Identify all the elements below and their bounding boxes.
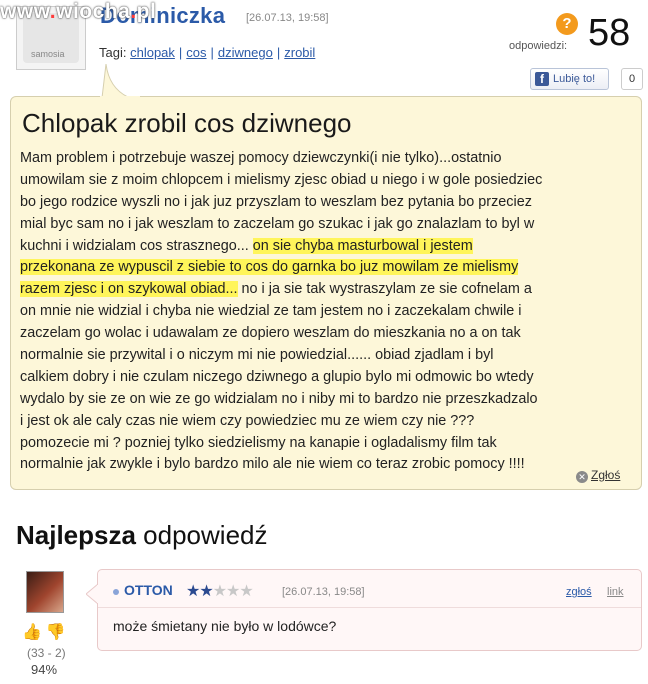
question-line: razem zjesc i on szykowal obiad... no i … — [20, 279, 640, 301]
tag-link[interactable]: cos — [186, 45, 206, 60]
body-text: on mnie nie widzial i chyba nie wiedzial… — [20, 303, 522, 320]
answer-divider — [98, 607, 641, 608]
like-count: 0 — [621, 68, 643, 90]
question-line: pomozecie mi ? pozniej tylko siedzielism… — [20, 433, 640, 455]
body-text: mial byc sam no i jak weszlam to zaczela… — [20, 215, 535, 232]
question-line: zaczelam go wolac i udawalam ze dopiero … — [20, 323, 640, 345]
star-filled-icon: ★ — [199, 583, 213, 600]
highlighted-text: razem zjesc i on szykowal obiad... — [20, 281, 238, 298]
star-filled-icon: ★ — [186, 583, 200, 600]
star-empty-icon: ★ — [212, 583, 227, 600]
watermark: www.wiocha.pl — [0, 0, 157, 23]
tag-link[interactable]: dziwnego — [218, 45, 273, 60]
body-text: pomozecie mi ? pozniej tylko siedzielism… — [20, 434, 497, 451]
question-line: bo jego rodzice wyszli no i jak juz przy… — [20, 192, 640, 214]
body-text: normalnie sie przywital i o niczym mi ni… — [20, 347, 494, 364]
question-line: Mam problem i potrzebuje waszej pomocy d… — [20, 148, 640, 170]
thumbs-up-icon[interactable]: 👍 — [22, 624, 42, 641]
question-body: Mam problem i potrzebuje waszej pomocy d… — [20, 148, 640, 476]
answer-date: [26.07.13, 19:58] — [282, 586, 365, 598]
thumbs-down-icon[interactable]: 👎 — [46, 624, 66, 641]
facebook-icon: f — [535, 72, 549, 86]
rating-stars: ★★★★★ — [186, 581, 254, 601]
post-date: [26.07.13, 19:58] — [246, 12, 329, 24]
question-line: i jest ok ale caly czas nie wiem czy pow… — [20, 411, 640, 433]
bubble-tail-cover — [100, 96, 140, 100]
vote-percent: 94% — [31, 662, 58, 677]
body-text: calkiem dobry i nie czulam niczego dziwn… — [20, 368, 534, 385]
body-text: bo jego rodzice wyszli no i jak juz przy… — [20, 193, 532, 210]
question-line: przekonana ze wypuscil z siebie to cos d… — [20, 257, 640, 279]
answer-permalink[interactable]: link — [607, 586, 624, 598]
online-dot-icon — [113, 589, 119, 595]
body-text: kuchni i widzialam cos strasznego... — [20, 237, 253, 254]
highlighted-text: przekonana ze wypuscil z siebie to cos d… — [20, 259, 519, 276]
question-line: normalnie sie przywital i o niczym mi ni… — [20, 345, 640, 367]
answer-report-link[interactable]: zgłoś — [566, 586, 592, 598]
question-line: mial byc sam no i jak weszlam to zaczela… — [20, 214, 640, 236]
body-text: wydalo by sie ze on wie ze go widzialam … — [20, 390, 538, 407]
question-line: normalnie jak zwykle i bylo bardzo milo … — [20, 454, 640, 476]
tags-row: Tagi: chlopak | cos | dziwnego | zrobil — [99, 45, 316, 60]
question-line: kuchni i widzialam cos strasznego... on … — [20, 236, 640, 258]
question-line: on mnie nie widzial i chyba nie wiedzial… — [20, 301, 640, 323]
body-text: i jest ok ale caly czas nie wiem czy pow… — [20, 412, 475, 429]
answer-tail-cover — [97, 585, 100, 603]
best-answer-heading-rest: odpowiedź — [135, 520, 268, 550]
tag-link[interactable]: chlopak — [130, 45, 175, 60]
best-answer-heading: Najlepsza odpowiedź — [16, 520, 268, 551]
best-answer-heading-bold: Najlepsza — [16, 520, 136, 550]
report-label: Zgłoś — [591, 468, 621, 482]
star-empty-icon: ★ — [226, 583, 240, 600]
question-line: calkiem dobry i nie czulam niczego dziwn… — [20, 367, 640, 389]
close-icon: ✕ — [576, 471, 588, 483]
star-empty-icon: ★ — [239, 583, 253, 600]
avatar-caption: samosia — [31, 49, 65, 59]
body-text: normalnie jak zwykle i bylo bardzo milo … — [20, 456, 525, 473]
body-text: umowilam sie z moim chlopcem i mielismy … — [20, 171, 543, 188]
question-icon: ? — [556, 13, 578, 35]
tag-link[interactable]: zrobil — [284, 45, 315, 60]
report-link[interactable]: ✕ Zgłoś — [576, 468, 620, 483]
tags-label: Tagi: — [99, 45, 127, 60]
body-text: no i ja sie tak wystraszylam ze sie cofn… — [237, 281, 532, 298]
responses-count: 58 — [588, 12, 631, 54]
question-line: umowilam sie z moim chlopcem i mielismy … — [20, 170, 640, 192]
responses-label: odpowiedzi: — [509, 40, 568, 52]
body-text: zaczelam go wolac i udawalam ze dopiero … — [20, 325, 521, 342]
answer-text: może śmietany nie było w lodówce? — [113, 618, 337, 634]
question-title: Chlopak zrobil cos dziwnego — [22, 108, 352, 138]
vote-buttons: 👍 👎 — [22, 622, 66, 642]
like-button[interactable]: f Lubię to! — [530, 68, 609, 90]
question-line: wydalo by sie ze on wie ze go widzialam … — [20, 389, 640, 411]
answer-author[interactable]: OTTON — [124, 582, 173, 598]
answer-box — [97, 569, 642, 651]
like-label: Lubię to! — [553, 73, 596, 85]
highlighted-text: on sie chyba masturbowal i jestem — [252, 237, 473, 254]
body-text: Mam problem i potrzebuje waszej pomocy d… — [20, 150, 502, 166]
vote-count: (33 - 2) — [27, 646, 66, 660]
answer-avatar[interactable] — [26, 571, 64, 613]
